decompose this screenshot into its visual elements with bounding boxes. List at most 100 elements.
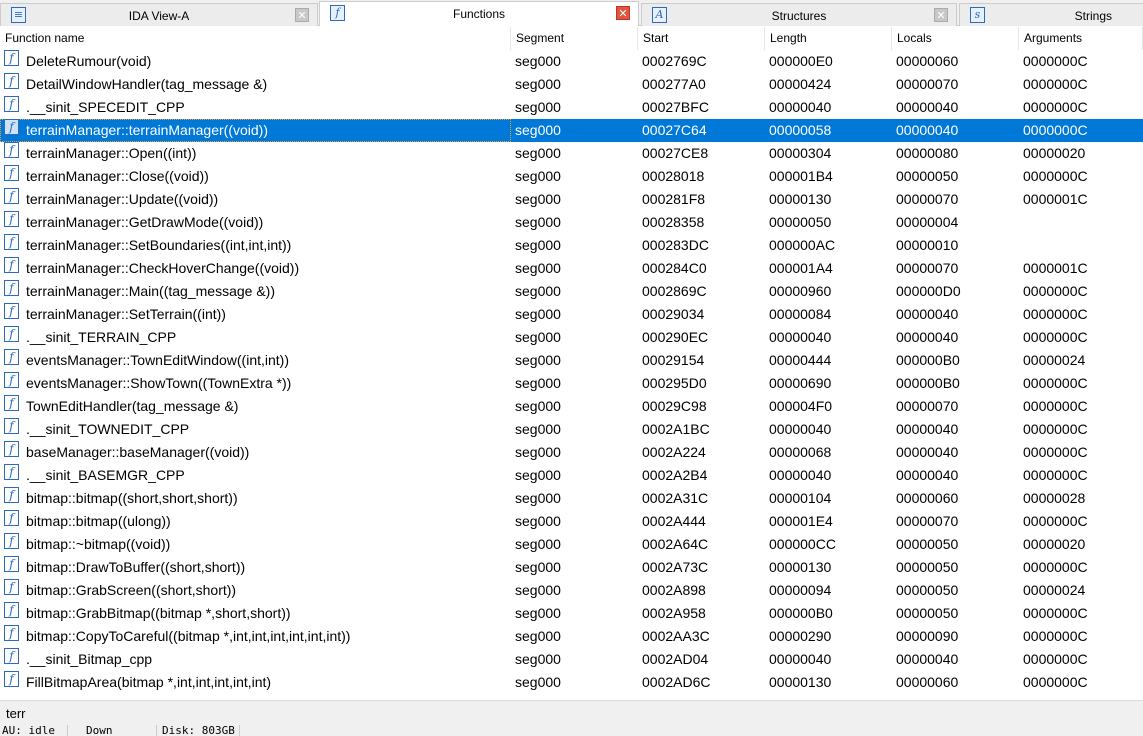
- segment-cell: seg000: [515, 421, 561, 437]
- segment-cell: seg000: [515, 283, 561, 299]
- tab-functions[interactable]: f Functions ✕: [319, 1, 639, 26]
- table-row[interactable]: f .__sinit_SPECEDIT_CPP seg000 00027BFC 0000…: [0, 96, 1143, 119]
- arguments-cell: 0000000C: [1023, 421, 1088, 437]
- function-icon: f: [4, 579, 19, 595]
- function-name: bitmap::GrabBitmap((bitmap *,short,short…: [26, 605, 291, 621]
- start-cell: 0002A1BC: [642, 421, 710, 437]
- locals-cell: 00000040: [896, 329, 959, 345]
- start-cell: 0002A444: [642, 513, 706, 529]
- locals-cell: 00000090: [896, 628, 959, 644]
- locals-cell: 00000050: [896, 582, 959, 598]
- table-row[interactable]: f terrainManager::Close((void)) seg000 0002…: [0, 165, 1143, 188]
- function-name-cell: f .__sinit_TOWNEDIT_CPP: [0, 418, 511, 441]
- segment-cell: seg000: [515, 536, 561, 552]
- table-row[interactable]: f terrainManager::GetDrawMode((void)) seg0…: [0, 211, 1143, 234]
- arguments-cell: 0000000C: [1023, 651, 1088, 667]
- arguments-cell: 0000000C: [1023, 674, 1088, 690]
- table-row[interactable]: f DetailWindowHandler(tag_message &) seg00…: [0, 73, 1143, 96]
- col-start[interactable]: Start: [638, 27, 765, 50]
- function-name: DetailWindowHandler(tag_message &): [26, 76, 268, 92]
- table-row[interactable]: f FillBitmapArea(bitmap *,int,int,int,int…: [0, 671, 1143, 694]
- function-name: bitmap::bitmap((ulong)): [26, 513, 171, 529]
- function-name-cell: f DetailWindowHandler(tag_message &): [0, 73, 511, 96]
- autoanalysis-status: AU: idle: [0, 725, 68, 736]
- table-row[interactable]: f TownEditHandler(tag_message &) seg000 000…: [0, 395, 1143, 418]
- start-cell: 0002A958: [642, 605, 706, 621]
- col-function-name[interactable]: Function name: [0, 27, 511, 50]
- col-length[interactable]: Length: [765, 27, 892, 50]
- filter-input[interactable]: terr: [0, 700, 1143, 725]
- start-cell: 00029154: [642, 352, 705, 368]
- segment-cell: seg000: [515, 582, 561, 598]
- arguments-cell: 0000000C: [1023, 122, 1088, 138]
- table-row[interactable]: f terrainManager::Update((void)) seg000 000…: [0, 188, 1143, 211]
- length-cell: 000000E0: [769, 53, 833, 69]
- table-row[interactable]: f terrainManager::terrainManager((void)) s…: [0, 119, 1143, 142]
- segment-cell: seg000: [515, 375, 561, 391]
- function-name: terrainManager::SetBoundaries((int,int,i…: [26, 237, 292, 253]
- length-cell: 00000040: [769, 467, 832, 483]
- table-row[interactable]: f bitmap::CopyToCareful((bitmap *,int,int…: [0, 625, 1143, 648]
- col-arguments[interactable]: Arguments: [1019, 27, 1143, 50]
- close-icon[interactable]: ✕: [616, 6, 630, 20]
- length-cell: 00000290: [769, 628, 832, 644]
- function-name-cell: f .__sinit_BASEMGR_CPP: [0, 464, 511, 487]
- tab-bar: ≡ IDA View-A ✕ f Functions ✕ A Structure…: [0, 0, 1143, 26]
- function-icon: f: [4, 395, 19, 411]
- length-cell: 00000084: [769, 306, 832, 322]
- function-name-cell: f bitmap::GrabBitmap((bitmap *,short,shor…: [0, 602, 511, 625]
- segment-cell: seg000: [515, 191, 561, 207]
- table-row[interactable]: f bitmap::GrabScreen((short,short)) seg000…: [0, 579, 1143, 602]
- close-icon[interactable]: ✕: [934, 8, 948, 22]
- col-locals[interactable]: Locals: [892, 27, 1019, 50]
- length-cell: 00000094: [769, 582, 832, 598]
- table-row[interactable]: f terrainManager::Main((tag_message &)) se…: [0, 280, 1143, 303]
- table-row[interactable]: f terrainManager::SetBoundaries((int,int,…: [0, 234, 1143, 257]
- locals-cell: 00000070: [896, 260, 959, 276]
- locals-cell: 00000040: [896, 651, 959, 667]
- table-row[interactable]: f .__sinit_BASEMGR_CPP seg000 0002A2B4 00000…: [0, 464, 1143, 487]
- table-row[interactable]: f bitmap::GrabBitmap((bitmap *,short,shor…: [0, 602, 1143, 625]
- table-row[interactable]: f bitmap::DrawToBuffer((short,short)) seg0…: [0, 556, 1143, 579]
- table-row[interactable]: f .__sinit_Bitmap_cpp seg000 0002AD04 000000…: [0, 648, 1143, 671]
- function-icon: f: [4, 510, 19, 526]
- table-row[interactable]: f .__sinit_TOWNEDIT_CPP seg000 0002A1BC 0000…: [0, 418, 1143, 441]
- segment-cell: seg000: [515, 490, 561, 506]
- locals-cell: 00000050: [896, 559, 959, 575]
- table-row[interactable]: f terrainManager::Open((int)) seg000 00027C…: [0, 142, 1143, 165]
- table-row[interactable]: f terrainManager::SetTerrain((int)) seg000…: [0, 303, 1143, 326]
- arguments-cell: 0000000C: [1023, 628, 1088, 644]
- table-row[interactable]: f baseManager::baseManager((void)) seg000 0…: [0, 441, 1143, 464]
- function-name: terrainManager::CheckHoverChange((void)): [26, 260, 300, 276]
- table-row[interactable]: f DeleteRumour(void) seg000 0002769C 000000E…: [0, 50, 1143, 73]
- function-name-cell: f terrainManager::Open((int)): [0, 142, 511, 165]
- function-icon: f: [4, 487, 19, 503]
- close-icon[interactable]: ✕: [295, 8, 309, 22]
- segment-cell: seg000: [515, 306, 561, 322]
- tab-structures[interactable]: A Structures ✕: [641, 3, 957, 26]
- tab-strings[interactable]: s Strings: [959, 3, 1143, 26]
- function-name: .__sinit_Bitmap_cpp: [26, 651, 153, 667]
- table-row[interactable]: f eventsManager::ShowTown((TownExtra *)) s…: [0, 372, 1143, 395]
- start-cell: 000295D0: [642, 375, 707, 391]
- locals-cell: 000000B0: [896, 352, 960, 368]
- table-row[interactable]: f .__sinit_TERRAIN_CPP seg000 000290EC 00000…: [0, 326, 1143, 349]
- segment-cell: seg000: [515, 352, 561, 368]
- function-name-cell: f bitmap::DrawToBuffer((short,short)): [0, 556, 511, 579]
- locals-cell: 00000010: [896, 237, 959, 253]
- function-name: terrainManager::Main((tag_message &)): [26, 283, 275, 299]
- tab-ida-view-a[interactable]: ≡ IDA View-A ✕: [0, 3, 318, 26]
- start-cell: 0002AD04: [642, 651, 709, 667]
- col-segment[interactable]: Segment: [511, 27, 638, 50]
- function-icon: f: [4, 441, 19, 457]
- arguments-cell: 00000028: [1023, 490, 1086, 506]
- locals-cell: 00000040: [896, 306, 959, 322]
- function-name-cell: f bitmap::CopyToCareful((bitmap *,int,int…: [0, 625, 511, 648]
- function-name-cell: f FillBitmapArea(bitmap *,int,int,int,int…: [0, 671, 511, 694]
- table-row[interactable]: f bitmap::~bitmap((void)) seg000 0002A64C 00…: [0, 533, 1143, 556]
- table-row[interactable]: f eventsManager::TownEditWindow((int,int)…: [0, 349, 1143, 372]
- table-row[interactable]: f terrainManager::CheckHoverChange((void)…: [0, 257, 1143, 280]
- table-row[interactable]: f bitmap::bitmap((short,short,short)) seg0…: [0, 487, 1143, 510]
- table-row[interactable]: f bitmap::bitmap((ulong)) seg000 0002A444 00…: [0, 510, 1143, 533]
- segment-cell: seg000: [515, 168, 561, 184]
